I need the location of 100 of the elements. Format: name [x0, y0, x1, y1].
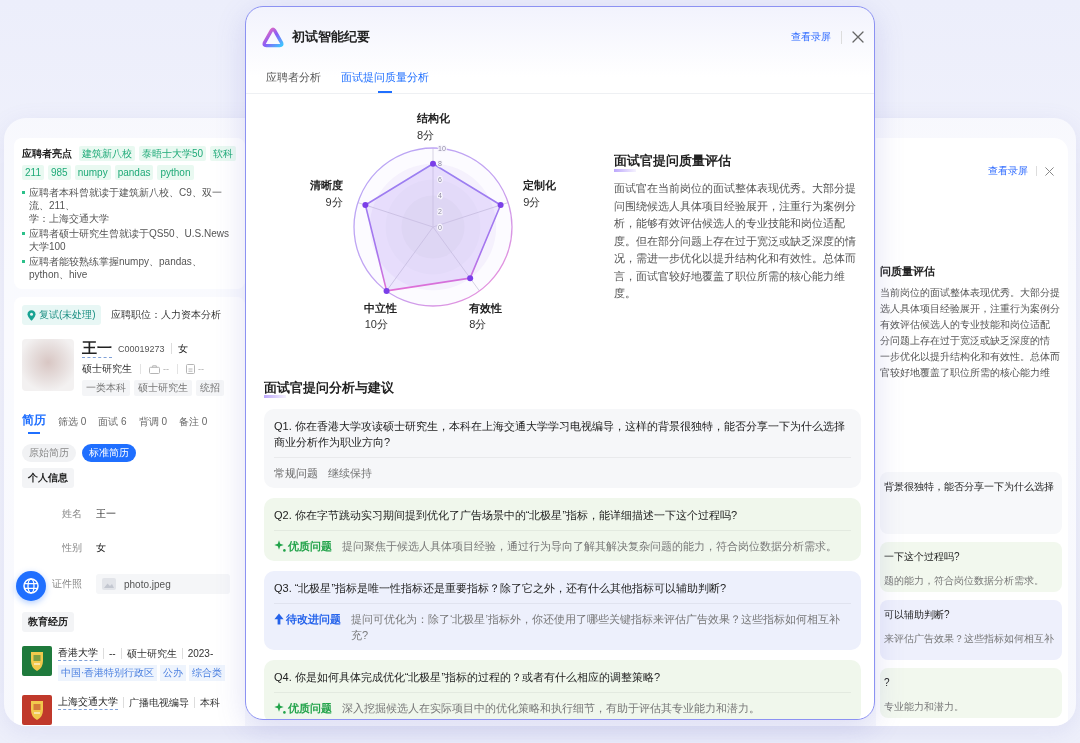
section-title: 面试官提问分析与建议 [264, 379, 394, 398]
comment-text: 提问聚焦于候选人具体项目经验，通过行为导向了解其解决复杂问题的能力，符合岗位数据分析需求。 [342, 539, 838, 554]
sparkle-icon [274, 702, 286, 714]
bullet-icon [22, 191, 25, 194]
education-detail: 广播电视编导 [123, 697, 189, 708]
question-text: 一下这个过程吗? [884, 550, 960, 564]
comment-text: 来评估广告效果？这些指标如何相互补 [884, 632, 1054, 646]
bullet-text: 应聘者硕士研究生曾就读于QS50、U.S.News大学100 [29, 227, 231, 253]
education-tag: 中国·香港特别行政区 [58, 665, 158, 681]
education-detail: 本科 [194, 697, 220, 708]
resume-tab[interactable]: 备注 0 [179, 415, 208, 434]
highlight-tag: 211 [22, 165, 44, 180]
paragraph-text: 当前岗位的面试整体表现优秀。大部分提 [880, 286, 1060, 300]
paragraph-text: 一步优化以提升结构化和有效性。总体而 [880, 350, 1060, 364]
section-title: 问质量评估 [880, 264, 935, 279]
field-label: 性别 [62, 541, 82, 555]
section-title: 面试官提问质量评估 [614, 153, 731, 172]
comment-text: 继续保持 [328, 466, 373, 481]
meta-text: -- [198, 364, 204, 374]
section-heading: 个人信息 [22, 468, 74, 488]
photo-file-field[interactable]: photo.jpeg [96, 574, 230, 594]
data-point [383, 287, 390, 294]
highlight-tag: pandas [114, 165, 154, 180]
data-point [430, 160, 436, 167]
comment-text: 专业能力和潜力。 [884, 700, 964, 714]
school-name[interactable]: 上海交通大学 [58, 695, 118, 710]
profile-tag: 一类本科 [82, 380, 130, 396]
candidate-name[interactable]: 王一 [82, 339, 112, 358]
resume-version-button[interactable]: 原始简历 [22, 444, 76, 462]
score-label: 9分 [523, 195, 541, 208]
globe-button[interactable] [16, 571, 46, 601]
section-heading: 教育经历 [22, 612, 74, 632]
degree-text: 硕士研究生 [82, 362, 132, 376]
profile-tag: 硕士研究生 [134, 380, 192, 396]
image-thumbnail-icon [102, 578, 116, 590]
education-detail: -- [103, 648, 116, 659]
bullet-text: 应聘者本科曾就读于建筑新八校、C9、双一流、211、 [29, 186, 223, 212]
globe-icon [23, 578, 39, 594]
resume-tab[interactable]: 面试 6 [98, 415, 127, 434]
question-tag: 优质问题 [288, 700, 332, 716]
question-text: Q1. 你在香港大学攻读硕士研究生，本科在上海交通大学学习电视编导，这样的背景很独特，能否分享一下为什么选择商业分析作为职业方向? [274, 419, 846, 450]
question-text: 可以辅助判断? [884, 608, 950, 622]
data-point [362, 202, 369, 209]
bullet-text: 学：上海交通大学 [29, 212, 109, 225]
close-icon[interactable] [1045, 166, 1054, 176]
comment-text: 提问可优化为：除了‘北极星’指标外，你还使用了哪些关键指标来评估广告效果？这些指标如何相互补充? [351, 612, 841, 643]
education-tag: 公办 [160, 665, 187, 681]
view-recording-link[interactable]: 查看录屏 [791, 30, 831, 44]
paragraph-text: 分问题上存在过于宽泛或缺乏深度的情 [880, 334, 1050, 348]
education-detail: 硕士研究生 [120, 648, 177, 659]
question-text: 背景很独特，能否分享一下为什么选择 [884, 480, 1054, 494]
candidate-id: C00019273 [118, 343, 165, 354]
gender-text: 女 [170, 343, 188, 354]
question-tag: 待改进问题 [286, 611, 341, 627]
comment-text: 题的能力，符合岗位数据分析需求。 [884, 574, 1044, 588]
axis-label: 有效性 [468, 302, 502, 314]
dialog-title: 初试智能纪要 [292, 28, 370, 46]
briefcase-icon [149, 364, 160, 374]
field-label: 姓名 [62, 507, 82, 521]
close-icon[interactable] [852, 31, 864, 43]
highlight-tag: 泰晤士大学50 [139, 146, 207, 161]
question-text: ? [884, 676, 890, 690]
assessment-paragraph: 面试官在当前岗位的面试整体表现优秀。大部分提问围绕候选人具体项目经验展开，注重行为案例分析，能够有效评估候选人的专业技能和岗位适配度。但在部分问题上存在过于宽泛或缺乏深度的情况，需进一步优化以提升结构化和有效性。总体而言，面试官较好地覆盖了职位所需的核心能力维度。 [614, 181, 857, 301]
axis-label: 结构化 [416, 112, 450, 124]
field-value: 王一 [96, 507, 116, 521]
school-name[interactable]: 香港大学 [58, 646, 98, 661]
bullet-text: 应聘者能较熟练掌握numpy、pandas、python、hive [29, 255, 203, 281]
score-label: 9分 [325, 195, 343, 208]
score-label: 8分 [417, 129, 435, 141]
tab[interactable]: 应聘者分析 [266, 67, 321, 93]
resume-tab[interactable]: 简历 [22, 412, 46, 434]
resume-tab[interactable]: 背调 0 [138, 415, 168, 434]
score-label: 10分 [364, 318, 388, 330]
resume-tab[interactable]: 筛选 0 [58, 415, 87, 434]
meta-text: -- [163, 364, 169, 374]
resume-version-button[interactable]: 标准简历 [82, 444, 136, 462]
question-tag: 常规问题 [274, 465, 318, 481]
score-label: 8分 [469, 318, 487, 330]
up-arrow-icon [274, 613, 284, 625]
highlight-tag: numpy [74, 165, 111, 180]
highlight-tag: python [157, 165, 194, 180]
sparkle-icon [274, 540, 286, 552]
data-point [467, 275, 474, 282]
location-pin-icon [27, 309, 36, 321]
field-value: 女 [96, 541, 106, 555]
stage-text: 复试(未处理) [39, 308, 96, 322]
section-title: 应聘者亮点 [22, 146, 72, 161]
avatar-placeholder [22, 339, 74, 391]
comment-text: 深入挖掘候选人在实际项目中的优化策略和执行细节，有助于评估其专业能力和潜力。 [342, 701, 761, 716]
bullet-icon [22, 260, 25, 263]
view-recording-link[interactable]: 查看录屏 [988, 164, 1028, 178]
paragraph-text: 选人具体项目经验展开，注重行为案例分 [880, 302, 1060, 316]
document-icon [186, 364, 195, 374]
question-tag: 优质问题 [288, 538, 332, 554]
axis-label: 中立性 [364, 302, 398, 314]
education-detail: 2023- [181, 648, 214, 659]
field-label: 证件照 [52, 577, 82, 591]
axis-label: 定制化 [523, 178, 557, 191]
paragraph-text: 有效评估候选人的专业技能和岗位适配 [880, 318, 1050, 332]
question-text: Q2. 你在字节跳动实习期间提到优化了广告场景中的“北极星”指标，能详细描述一下这个过程吗? [274, 508, 739, 523]
